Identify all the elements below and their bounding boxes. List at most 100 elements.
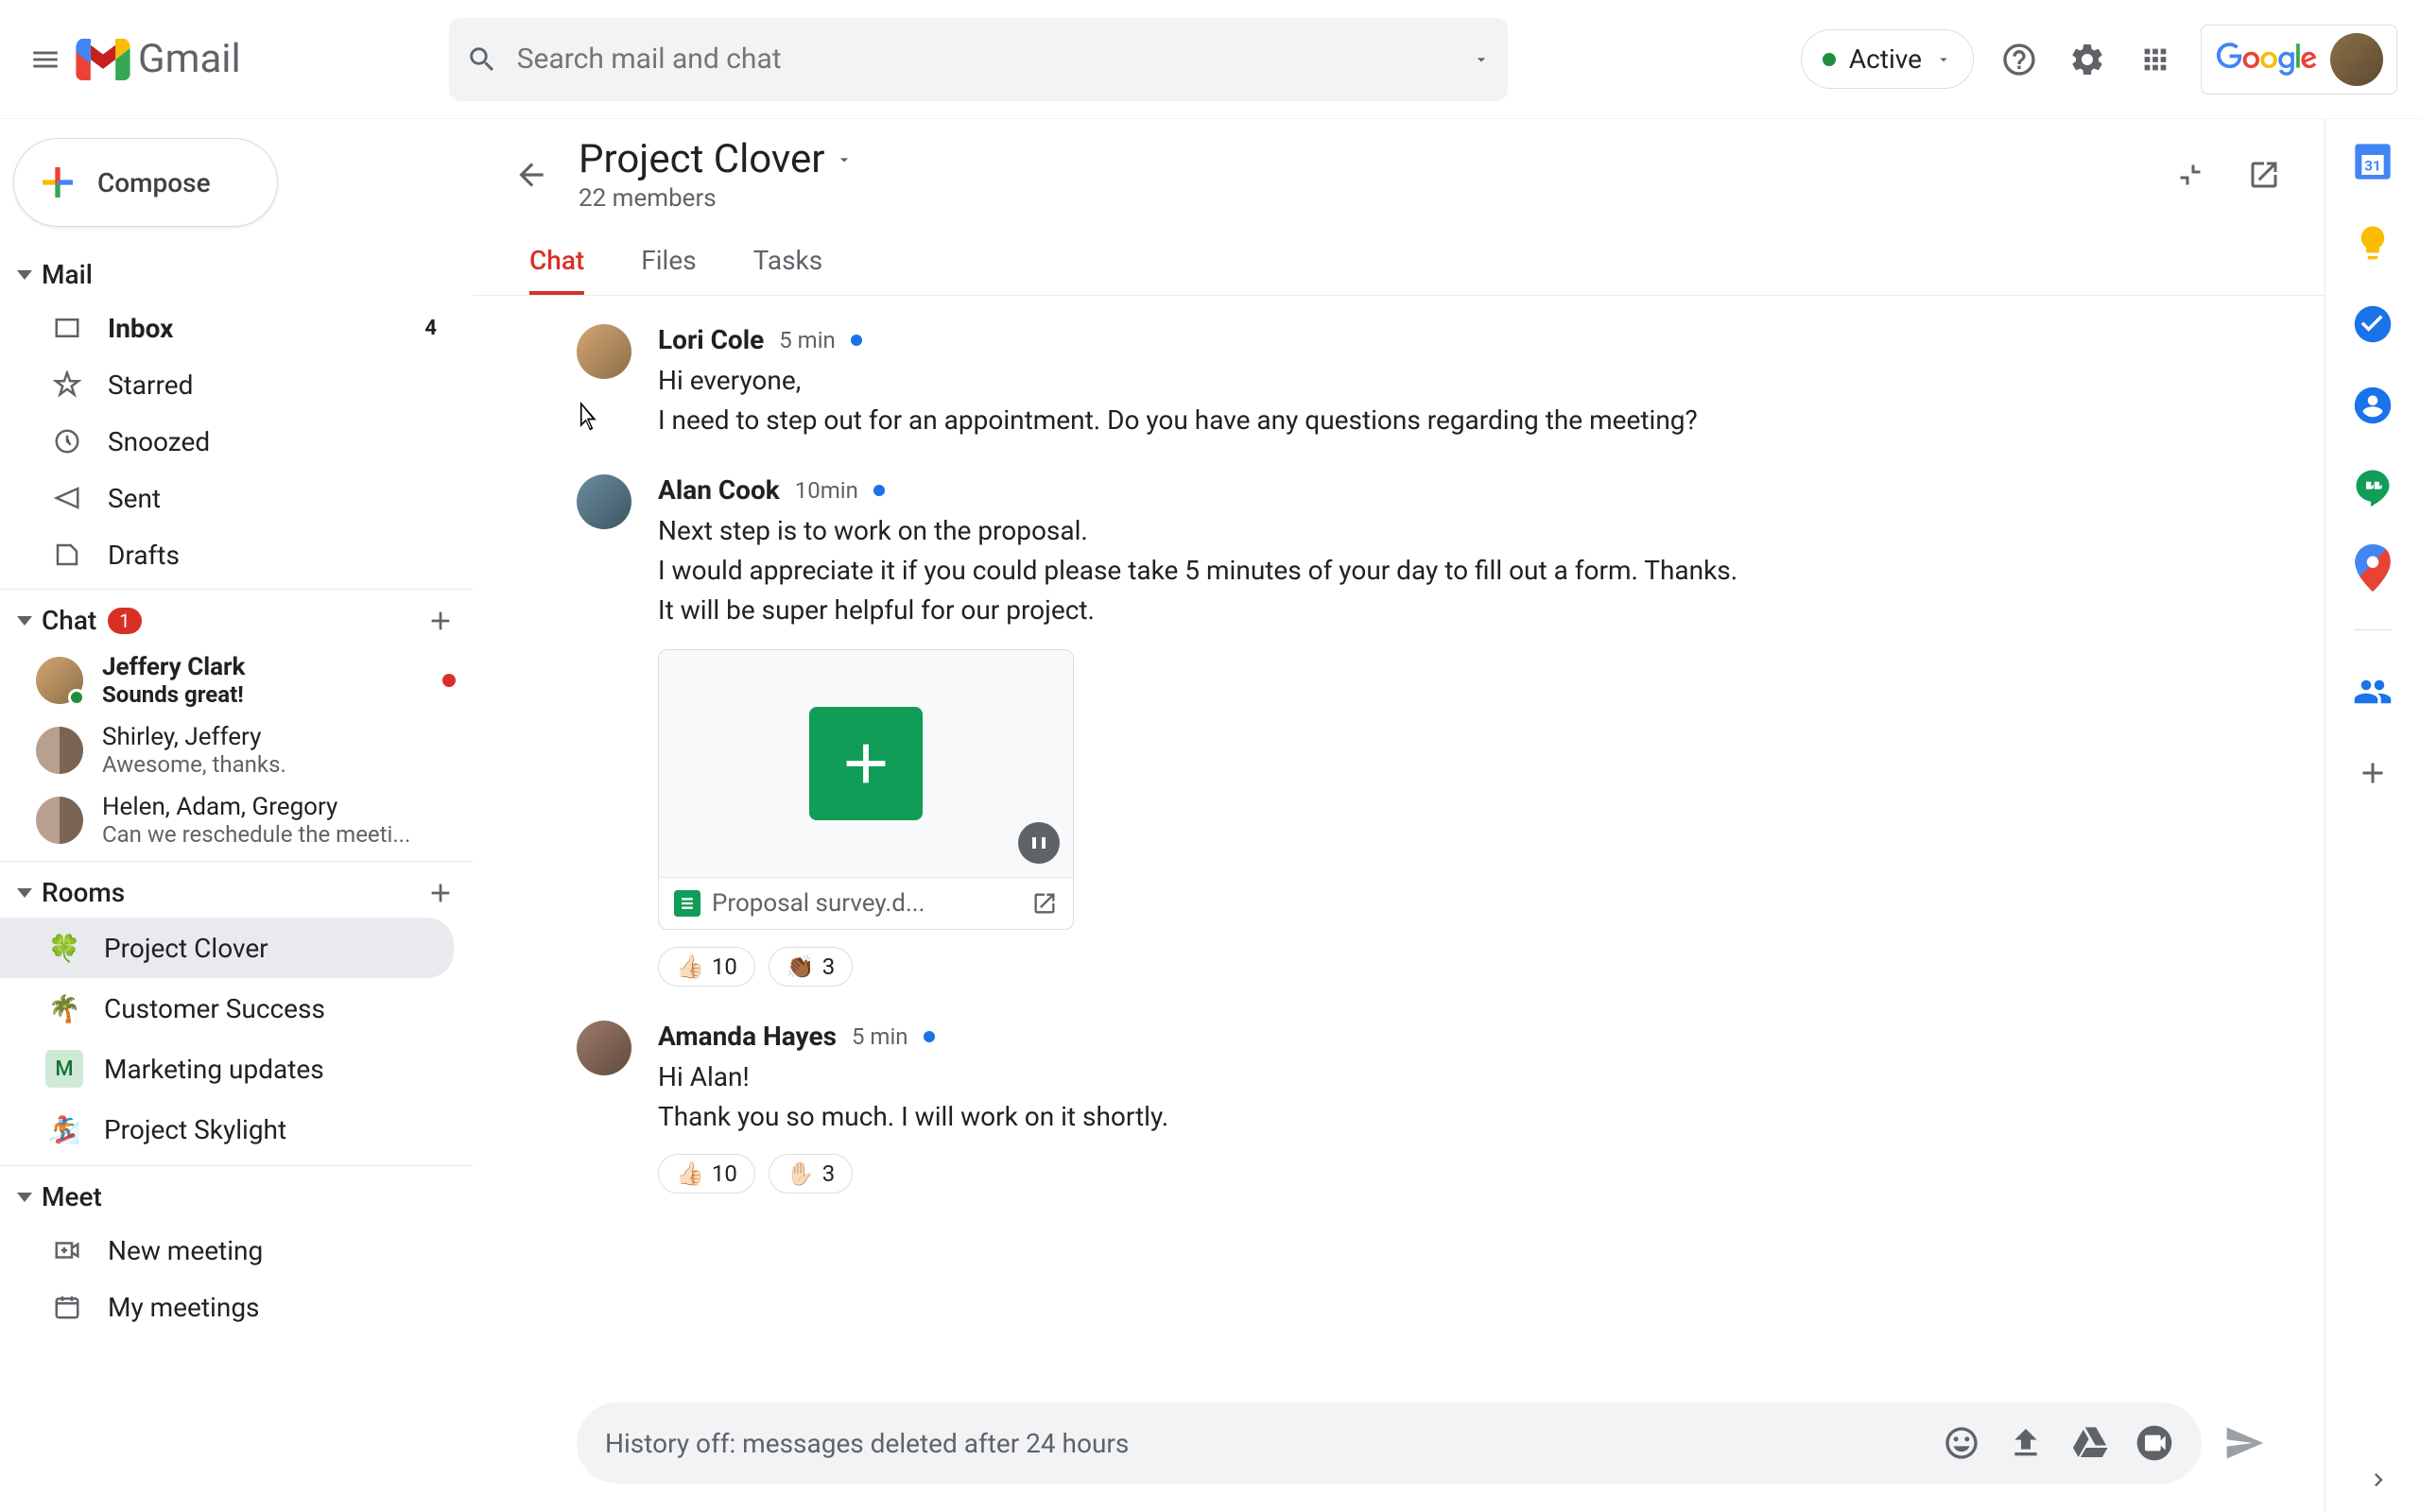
message: Lori Cole5 minHi everyone,I need to step… bbox=[577, 324, 2268, 440]
send-button[interactable] bbox=[2221, 1419, 2268, 1467]
arrow-back-icon bbox=[513, 157, 549, 193]
mail-section-header[interactable]: Mail bbox=[0, 249, 473, 300]
search-input[interactable] bbox=[517, 43, 1472, 76]
collapse-button[interactable] bbox=[2168, 152, 2213, 198]
message-author: Alan Cook bbox=[658, 474, 780, 506]
avatar bbox=[36, 797, 83, 844]
message-text: Next step is to work on the proposal. bbox=[658, 511, 2268, 551]
reaction-button[interactable]: 👍🏻10 bbox=[658, 1154, 755, 1194]
header-right: Active bbox=[1801, 25, 2397, 94]
calendar-icon: 31 bbox=[2353, 142, 2393, 181]
tasks-app-button[interactable] bbox=[2353, 304, 2393, 344]
avatar bbox=[577, 324, 631, 379]
upload-icon[interactable] bbox=[2007, 1424, 2045, 1462]
meeting-icon bbox=[49, 1289, 85, 1325]
calendar-app-button[interactable]: 31 bbox=[2353, 142, 2393, 181]
google-logo-icon bbox=[2215, 43, 2319, 77]
meet-item[interactable]: My meetings bbox=[0, 1279, 454, 1335]
new-chat-button[interactable] bbox=[425, 606, 456, 636]
keep-icon bbox=[2353, 223, 2393, 263]
room-item[interactable]: MMarketing updates bbox=[0, 1039, 454, 1099]
avatar bbox=[36, 657, 83, 704]
reaction-button[interactable]: 👏🏾3 bbox=[769, 947, 853, 987]
message-author: Lori Cole bbox=[658, 324, 764, 355]
chat-item[interactable]: Helen, Adam, GregoryCan we reschedule th… bbox=[0, 785, 473, 855]
rooms-section-header[interactable]: Rooms bbox=[0, 868, 473, 918]
caret-down-icon bbox=[17, 270, 32, 280]
search-bar[interactable] bbox=[449, 18, 1508, 101]
message: Alan Cook 10min Next step is to work on th… bbox=[577, 474, 2268, 987]
drafts-icon bbox=[49, 537, 85, 573]
attachment-card[interactable]: Proposal survey.d... bbox=[658, 649, 1074, 930]
gmail-logo[interactable]: Gmail bbox=[76, 36, 241, 82]
support-button[interactable] bbox=[1996, 37, 2042, 82]
room-title[interactable]: Project Clover bbox=[579, 136, 2141, 182]
new-room-button[interactable] bbox=[425, 878, 456, 908]
settings-button[interactable] bbox=[2065, 37, 2110, 82]
search-options-icon[interactable] bbox=[1472, 50, 1491, 69]
open-new-icon[interactable] bbox=[1031, 890, 1058, 917]
side-panel: 31 bbox=[2325, 119, 2420, 1512]
tasks-icon bbox=[2353, 304, 2393, 344]
caret-down-icon bbox=[17, 616, 32, 626]
back-button[interactable] bbox=[510, 154, 552, 196]
drive-icon[interactable] bbox=[2071, 1424, 2109, 1462]
reaction-button[interactable]: 👍🏻10 bbox=[658, 947, 755, 987]
tab-tasks[interactable]: Tasks bbox=[753, 230, 823, 295]
maps-app-button[interactable] bbox=[2353, 548, 2393, 588]
nav-item-starred[interactable]: Starred bbox=[0, 356, 454, 413]
apps-button[interactable] bbox=[2133, 37, 2178, 82]
room-item[interactable]: 🏂Project Skylight bbox=[0, 1099, 454, 1160]
presence-dot-icon bbox=[68, 689, 85, 706]
people-app-button[interactable] bbox=[2353, 672, 2393, 712]
tab-chat[interactable]: Chat bbox=[529, 230, 584, 295]
meet-item[interactable]: New meeting bbox=[0, 1222, 454, 1279]
reaction-button[interactable]: ✋🏻3 bbox=[769, 1154, 853, 1194]
nav-item-inbox[interactable]: Inbox4 bbox=[0, 300, 454, 356]
gear-icon bbox=[2068, 41, 2106, 78]
open-new-button[interactable] bbox=[2241, 152, 2287, 198]
emoji-icon[interactable] bbox=[1943, 1424, 1980, 1462]
presence-status-label: Active bbox=[1849, 43, 1922, 75]
tab-files[interactable]: Files bbox=[641, 230, 696, 295]
meet-section-header[interactable]: Meet bbox=[0, 1172, 473, 1222]
sheets-small-icon bbox=[674, 890, 700, 917]
google-account-button[interactable] bbox=[2201, 25, 2397, 94]
keep-app-button[interactable] bbox=[2353, 223, 2393, 263]
header: Gmail Active bbox=[0, 0, 2420, 119]
message-input[interactable]: History off: messages deleted after 24 h… bbox=[577, 1402, 2202, 1484]
apps-grid-icon bbox=[2139, 43, 2171, 76]
chat-item[interactable]: Jeffery ClarkSounds great! bbox=[0, 645, 473, 715]
video-meet-icon[interactable] bbox=[2135, 1424, 2173, 1462]
sidebar: Compose Mail Inbox4StarredSnoozedSentDra… bbox=[0, 119, 473, 1512]
contacts-app-button[interactable] bbox=[2353, 386, 2393, 425]
collapse-panel-button[interactable] bbox=[2365, 1467, 2392, 1493]
inbox-icon bbox=[49, 310, 85, 346]
room-item[interactable]: 🍀Project Clover bbox=[0, 918, 454, 978]
gmail-logo-text: Gmail bbox=[138, 36, 241, 82]
room-tabs: Chat Files Tasks bbox=[473, 230, 2325, 296]
chat-item[interactable]: Shirley, JefferyAwesome, thanks. bbox=[0, 715, 473, 785]
chat-unread-badge: 1 bbox=[108, 608, 141, 634]
nav-item-drafts[interactable]: Drafts bbox=[0, 526, 454, 583]
compose-label: Compose bbox=[97, 167, 211, 198]
contacts-icon bbox=[2353, 386, 2393, 425]
main-menu-button[interactable] bbox=[23, 37, 68, 82]
presence-dot-icon bbox=[1823, 53, 1836, 66]
attachment-name: Proposal survey.d... bbox=[712, 889, 1020, 918]
unread-indicator-icon bbox=[873, 485, 885, 496]
message-text: I need to step out for an appointment. D… bbox=[658, 401, 2268, 440]
chat-section-header[interactable]: Chat 1 bbox=[0, 595, 473, 645]
nav-item-sent[interactable]: Sent bbox=[0, 470, 454, 526]
add-addon-button[interactable] bbox=[2353, 753, 2393, 793]
avatar bbox=[577, 474, 631, 529]
presence-status-button[interactable]: Active bbox=[1801, 29, 1974, 89]
avatar bbox=[577, 1021, 631, 1075]
compose-button[interactable]: Compose bbox=[13, 138, 278, 227]
room-item[interactable]: 🌴Customer Success bbox=[0, 978, 454, 1039]
hangouts-app-button[interactable] bbox=[2353, 467, 2393, 507]
message-time: 10min bbox=[795, 477, 858, 504]
caret-down-icon bbox=[17, 888, 32, 898]
message-text: It will be super helpful for our project… bbox=[658, 591, 2268, 630]
nav-item-snoozed[interactable]: Snoozed bbox=[0, 413, 454, 470]
